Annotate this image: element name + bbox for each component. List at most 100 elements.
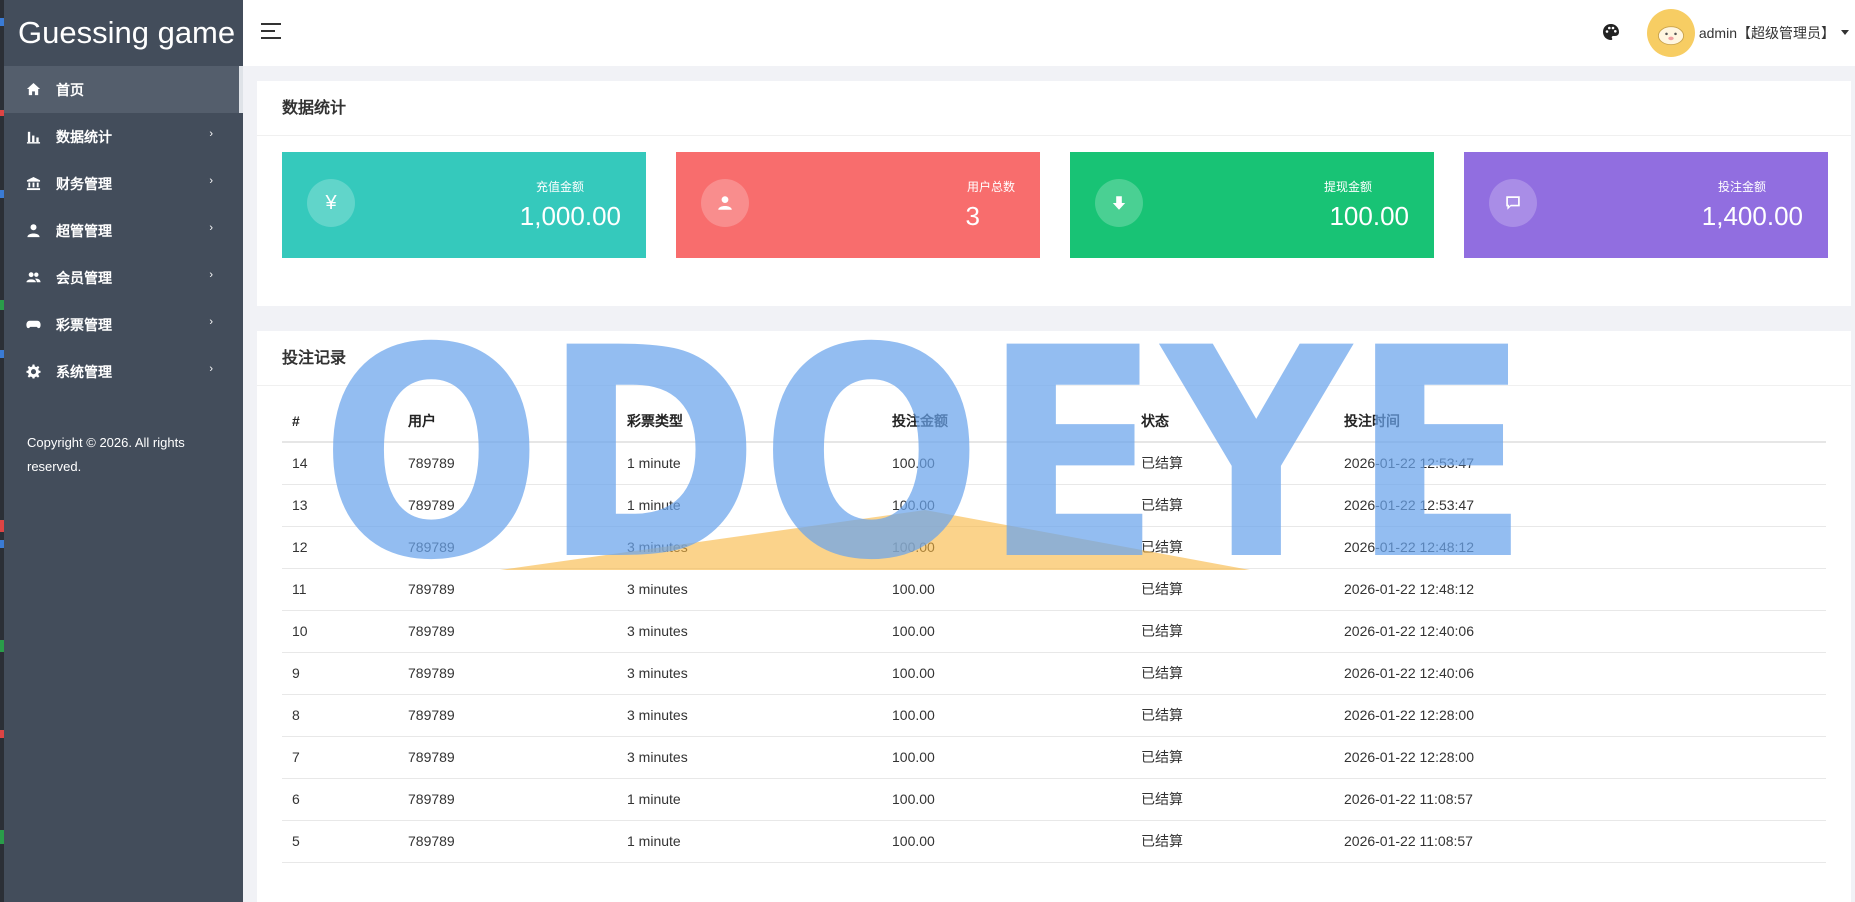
sidebar-item-label: 系统管理 bbox=[56, 363, 112, 380]
sidebar-item-label: 数据统计 bbox=[56, 128, 112, 145]
table-cell: 3 minutes bbox=[617, 652, 882, 695]
table-cell: 100.00 bbox=[882, 484, 1131, 527]
sidebar-item-superadmin[interactable]: 超管管理 › bbox=[0, 207, 243, 254]
table-cell: 100.00 bbox=[882, 652, 1131, 695]
sidebar: Guessing game 首页 数据统计 › 财务管理 › 超管管理 › 会员… bbox=[0, 0, 243, 902]
column-header: 状态 bbox=[1131, 401, 1334, 443]
stats-panel: 数据统计 ¥ 充值金额 1,000.00 用户总数 3 提现金额 100.00 … bbox=[257, 81, 1851, 306]
user-icon bbox=[24, 222, 42, 240]
table-cell: 2026-01-22 12:48:12 bbox=[1334, 526, 1826, 569]
bet-records-panel: 投注记录 # 用户 彩票类型 投注金额 状态 投注时间 14 789789 1 mi… bbox=[257, 331, 1851, 902]
table-cell: 100.00 bbox=[882, 610, 1131, 653]
table-cell: 3 minutes bbox=[617, 694, 882, 737]
table-cell: 100.00 bbox=[882, 568, 1131, 611]
table-cell: 789789 bbox=[398, 484, 617, 527]
table-cell: 789789 bbox=[398, 652, 617, 695]
table-body: 14 789789 1 minute 100.00 已结算 2026-01-22 12:5… bbox=[282, 442, 1826, 863]
records-title: 投注记录 bbox=[257, 331, 1851, 386]
table-row: 14 789789 1 minute 100.00 已结算 2026-01-22 12:5… bbox=[282, 442, 1826, 485]
table-cell: 2026-01-22 11:08:57 bbox=[1334, 778, 1826, 821]
table-row: 11 789789 3 minutes 100.00 已结算 2026-01-22 12:… bbox=[282, 568, 1826, 611]
stat-card-users: 用户总数 3 bbox=[676, 152, 1040, 258]
table-cell: 789789 bbox=[398, 610, 617, 653]
sidebar-item-system[interactable]: 系统管理 › bbox=[0, 348, 243, 395]
stats-title: 数据统计 bbox=[257, 81, 1851, 136]
table-cell: 2026-01-22 12:28:00 bbox=[1334, 694, 1826, 737]
table-cell: 已结算 bbox=[1131, 568, 1334, 611]
palette-icon[interactable] bbox=[1601, 22, 1621, 42]
sidebar-item-lottery[interactable]: 彩票管理 › bbox=[0, 301, 243, 348]
table-cell: 已结算 bbox=[1131, 442, 1334, 485]
sidebar-item-home[interactable]: 首页 bbox=[0, 66, 243, 113]
table-cell: 8 bbox=[282, 694, 398, 737]
column-header: 用户 bbox=[398, 401, 617, 443]
user-icon bbox=[701, 179, 749, 227]
gamepad-icon bbox=[24, 316, 42, 334]
table-cell: 2026-01-22 12:40:06 bbox=[1334, 652, 1826, 695]
table-cell: 6 bbox=[282, 778, 398, 821]
stat-card-label: 充值金额 bbox=[535, 180, 584, 194]
table-cell: 3 minutes bbox=[617, 610, 882, 653]
table-cell: 已结算 bbox=[1131, 694, 1334, 737]
caret-down-icon[interactable] bbox=[1841, 30, 1849, 35]
copyright-text: Copyright © 2026. All rights reserved. bbox=[27, 435, 185, 474]
table-cell: 1 minute bbox=[617, 442, 882, 485]
table-cell: 789789 bbox=[398, 778, 617, 821]
stat-card-value: 1,400.00 bbox=[1701, 201, 1803, 231]
stat-card-label: 用户总数 bbox=[966, 180, 1015, 194]
column-header: 投注金额 bbox=[882, 401, 1131, 443]
table-cell: 789789 bbox=[398, 568, 617, 611]
table-cell: 2026-01-22 12:48:12 bbox=[1334, 568, 1826, 611]
stat-card-withdraw: 提现金额 100.00 bbox=[1070, 152, 1434, 258]
stat-card-recharge: ¥ 充值金额 1,000.00 bbox=[282, 152, 646, 258]
chevron-right-icon: › bbox=[209, 128, 213, 140]
table-row: 5 789789 1 minute 100.00 已结算 2026-01-22 11:08… bbox=[282, 820, 1826, 863]
table-cell: 2026-01-22 12:40:06 bbox=[1334, 610, 1826, 653]
table-row: 9 789789 3 minutes 100.00 已结算 2026-01-22 12:4… bbox=[282, 652, 1826, 695]
table-cell: 100.00 bbox=[882, 442, 1131, 485]
table-cell: 已结算 bbox=[1131, 484, 1334, 527]
table-cell: 已结算 bbox=[1131, 652, 1334, 695]
column-header: 彩票类型 bbox=[617, 401, 882, 443]
home-icon bbox=[24, 81, 42, 99]
table-row: 8 789789 3 minutes 100.00 已结算 2026-01-22 12:2… bbox=[282, 694, 1826, 737]
user-menu[interactable]: admin【超级管理员】 bbox=[1699, 23, 1835, 43]
stat-card-bets: 投注金额 1,400.00 bbox=[1464, 152, 1828, 258]
table-cell: 789789 bbox=[398, 526, 617, 569]
table-cell: 3 minutes bbox=[617, 736, 882, 779]
table-cell: 789789 bbox=[398, 820, 617, 863]
table-row: 13 789789 1 minute 100.00 已结算 2026-01-22 12:5… bbox=[282, 484, 1826, 527]
sidebar-item-label: 财务管理 bbox=[56, 175, 112, 192]
table-cell: 1 minute bbox=[617, 778, 882, 821]
table-row: 12 789789 3 minutes 100.00 已结算 2026-01-22 12:… bbox=[282, 526, 1826, 569]
sidebar-item-label: 会员管理 bbox=[56, 269, 112, 286]
table-cell: 已结算 bbox=[1131, 736, 1334, 779]
chevron-right-icon: › bbox=[209, 363, 213, 375]
menu-icon[interactable] bbox=[261, 23, 281, 39]
table-cell: 已结算 bbox=[1131, 820, 1334, 863]
app-title: Guessing game bbox=[18, 15, 236, 50]
table-cell: 7 bbox=[282, 736, 398, 779]
table-cell: 100.00 bbox=[882, 526, 1131, 569]
table-cell: 789789 bbox=[398, 736, 617, 779]
column-header: 投注时间 bbox=[1334, 401, 1826, 443]
table-cell: 已结算 bbox=[1131, 526, 1334, 569]
stat-cards: ¥ 充值金额 1,000.00 用户总数 3 提现金额 100.00 投注金额 … bbox=[282, 152, 1828, 258]
table-cell: 2026-01-22 11:08:57 bbox=[1334, 820, 1826, 863]
chevron-right-icon: › bbox=[209, 175, 213, 187]
table-row: 10 789789 3 minutes 100.00 已结算 2026-01-22 12:… bbox=[282, 610, 1826, 653]
table-cell: 14 bbox=[282, 442, 398, 485]
sidebar-item-label: 超管管理 bbox=[56, 222, 112, 239]
avatar[interactable] bbox=[1647, 9, 1695, 57]
table-cell: 13 bbox=[282, 484, 398, 527]
sidebar-item-members[interactable]: 会员管理 › bbox=[0, 254, 243, 301]
sidebar-item-statistics[interactable]: 数据统计 › bbox=[0, 113, 243, 160]
stat-card-value: 1,000.00 bbox=[519, 201, 621, 231]
column-header: # bbox=[282, 401, 398, 443]
sidebar-nav: 首页 数据统计 › 财务管理 › 超管管理 › 会员管理 › 彩票管理 › 系统… bbox=[0, 66, 243, 395]
table-header-row: # 用户 彩票类型 投注金额 状态 投注时间 bbox=[282, 401, 1826, 443]
chevron-right-icon: › bbox=[209, 222, 213, 234]
sidebar-item-finance[interactable]: 财务管理 › bbox=[0, 160, 243, 207]
sidebar-item-label: 彩票管理 bbox=[56, 316, 112, 333]
table-cell: 3 minutes bbox=[617, 568, 882, 611]
